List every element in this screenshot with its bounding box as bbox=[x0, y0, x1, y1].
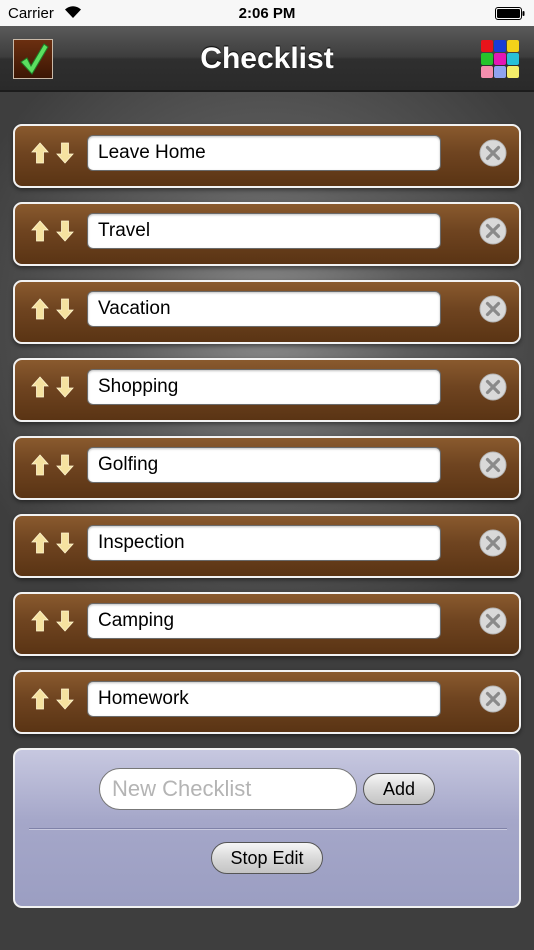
checklist-name-field[interactable] bbox=[87, 681, 441, 717]
page-title: Checklist bbox=[200, 42, 334, 75]
color-swatch bbox=[494, 66, 506, 78]
checklist-row bbox=[13, 670, 521, 734]
delete-icon[interactable] bbox=[479, 373, 507, 401]
move-up-icon[interactable] bbox=[30, 532, 50, 554]
color-swatch bbox=[481, 53, 493, 65]
move-down-icon[interactable] bbox=[55, 454, 75, 476]
checklist-name-field[interactable] bbox=[87, 525, 441, 561]
checklist-row bbox=[13, 436, 521, 500]
checklist-row bbox=[13, 514, 521, 578]
checklist-name-field[interactable] bbox=[87, 135, 441, 171]
move-up-icon[interactable] bbox=[30, 688, 50, 710]
delete-icon[interactable] bbox=[479, 607, 507, 635]
color-swatch bbox=[481, 66, 493, 78]
move-down-icon[interactable] bbox=[55, 532, 75, 554]
color-swatch bbox=[494, 40, 506, 52]
new-checklist-input[interactable] bbox=[99, 768, 357, 810]
checklist-name-field[interactable] bbox=[87, 603, 441, 639]
add-checklist-panel: Add Stop Edit bbox=[13, 748, 521, 908]
delete-icon[interactable] bbox=[479, 295, 507, 323]
color-swatch bbox=[507, 66, 519, 78]
color-swatch bbox=[494, 53, 506, 65]
move-up-icon[interactable] bbox=[30, 298, 50, 320]
move-down-icon[interactable] bbox=[55, 220, 75, 242]
status-bar: Carrier 2:06 PM bbox=[0, 0, 534, 26]
move-down-icon[interactable] bbox=[55, 610, 75, 632]
delete-icon[interactable] bbox=[479, 217, 507, 245]
move-up-icon[interactable] bbox=[30, 220, 50, 242]
nav-bar: Checklist bbox=[0, 26, 534, 92]
move-up-icon[interactable] bbox=[30, 376, 50, 398]
color-swatch bbox=[507, 53, 519, 65]
move-down-icon[interactable] bbox=[55, 142, 75, 164]
move-down-icon[interactable] bbox=[55, 376, 75, 398]
checklist-row bbox=[13, 202, 521, 266]
color-swatch bbox=[507, 40, 519, 52]
delete-icon[interactable] bbox=[479, 451, 507, 479]
checklist-row bbox=[13, 592, 521, 656]
move-up-icon[interactable] bbox=[30, 142, 50, 164]
status-time: 2:06 PM bbox=[238, 5, 296, 22]
checklist-name-field[interactable] bbox=[87, 447, 441, 483]
move-up-icon[interactable] bbox=[30, 454, 50, 476]
add-button[interactable]: Add bbox=[363, 773, 435, 805]
checklist-row bbox=[13, 124, 521, 188]
move-up-icon[interactable] bbox=[30, 610, 50, 632]
delete-icon[interactable] bbox=[479, 529, 507, 557]
delete-icon[interactable] bbox=[479, 685, 507, 713]
battery-icon bbox=[495, 7, 525, 20]
stop-edit-button[interactable]: Stop Edit bbox=[211, 842, 323, 874]
color-swatch bbox=[481, 40, 493, 52]
checklist-row bbox=[13, 280, 521, 344]
checklist-name-field[interactable] bbox=[87, 291, 441, 327]
checklist-name-field[interactable] bbox=[87, 369, 441, 405]
checklist-name-field[interactable] bbox=[87, 213, 441, 249]
checklist-row bbox=[13, 358, 521, 422]
move-down-icon[interactable] bbox=[55, 298, 75, 320]
divider bbox=[29, 828, 507, 830]
color-grid-icon[interactable] bbox=[481, 40, 519, 78]
delete-icon[interactable] bbox=[479, 139, 507, 167]
move-down-icon[interactable] bbox=[55, 688, 75, 710]
